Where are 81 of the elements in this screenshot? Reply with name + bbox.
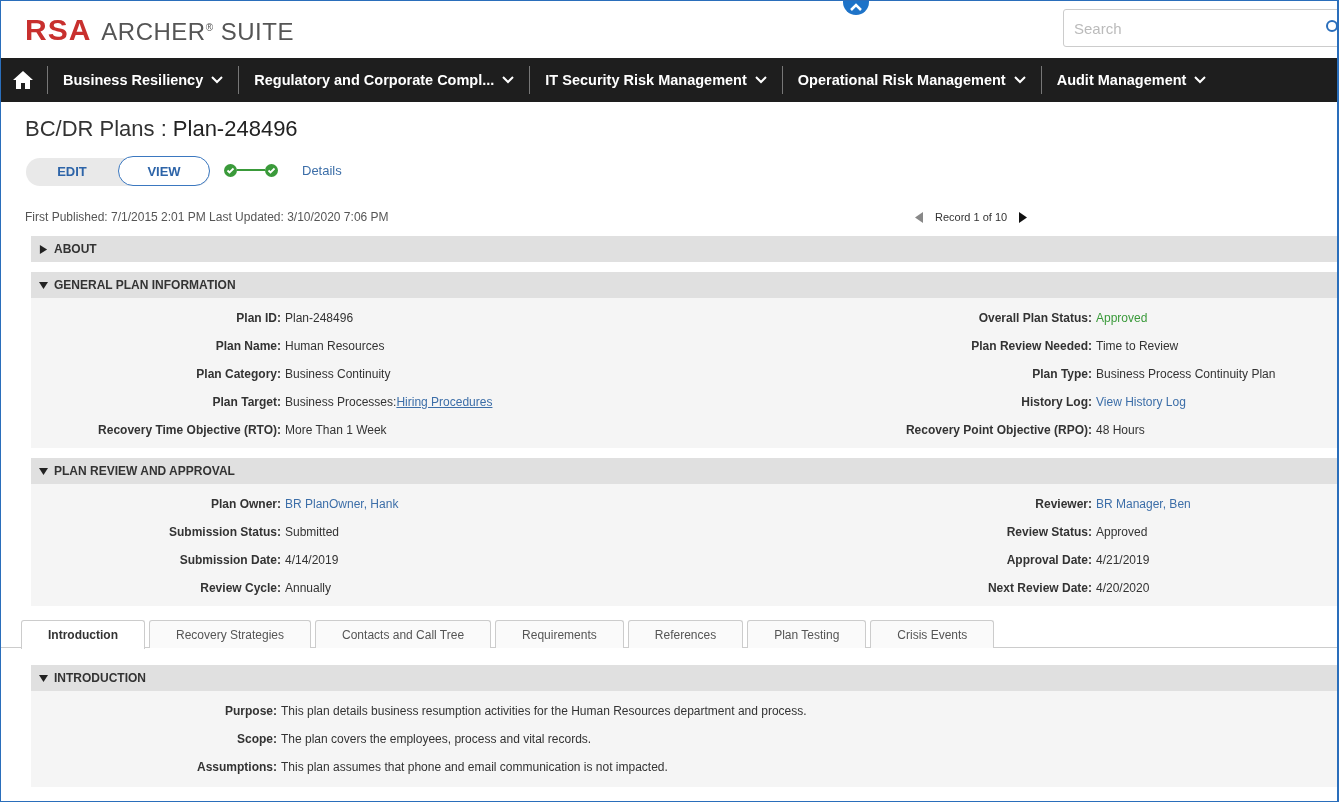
chevron-down-icon [502,76,515,84]
chevron-down-icon [1013,76,1026,84]
tab[interactable]: Contacts and Call Tree [315,620,492,648]
field-value: Annually [284,580,333,597]
field-label: Approval Date: [1005,552,1092,569]
record-dates: First Published: 7/1/2015 2:01 PM Last Updated: 3/10/2020 7:06 PM [25,210,390,224]
field-value: Plan-248496 [284,310,355,327]
field-value: 4/14/2019 [284,552,340,569]
tab[interactable]: References [627,620,744,648]
tab[interactable]: Recovery Strategies [149,620,312,648]
field-value: Submitted [284,524,341,541]
status-value: Approved [1095,310,1149,327]
caret-down-icon [39,466,48,476]
field-label: Next Review Date: [987,580,1092,597]
field-label: Plan Name: [214,338,281,355]
section-header[interactable]: GENERAL PLAN INFORMATION [31,272,1337,298]
field-value: Business Continuity [284,366,392,383]
nav-menu[interactable]: IT Security Risk Management [529,66,782,94]
caret-down-icon [39,673,48,683]
field-value: Business Processes: [285,395,397,409]
field-label: Plan Target: [211,394,281,411]
field-label: Plan Owner: [210,496,281,513]
field-label: Assumptions: [196,759,277,776]
field-label: Plan Review Needed: [970,338,1092,355]
chevron-down-icon [211,76,224,84]
record-counter: Record 1 of 10 [935,211,1008,223]
field-value: This plan assumes that phone and email communication is not impacted. [280,759,669,776]
logo-name: ARCHER$^{®}$ SUITE [101,17,294,46]
field-value: Time to Review [1095,338,1180,355]
mode-button[interactable]: VIEW [118,156,210,186]
field-label: Submission Date: [178,552,281,569]
field-label: Purpose: [224,703,277,720]
value-link[interactable]: BR PlanOwner, Hank [285,497,399,511]
tab[interactable]: Plan Testing [747,620,867,648]
field-label: Scope: [236,731,277,748]
tab[interactable]: Crisis Events [870,620,995,648]
module-name: BC/DR Plans : [25,116,167,142]
chevron-down-icon [1194,76,1207,84]
field-label: Recovery Point Objective (RPO): [905,422,1092,439]
field-value: Business Process Continuity Plan [1095,366,1277,383]
field-label: Review Status: [1005,524,1092,541]
field-label: History Log: [1020,394,1092,411]
field-label: Plan ID: [235,310,281,327]
field-value: 4/21/2019 [1095,552,1151,569]
nav-menu[interactable]: Regulatory and Corporate Compl... [238,66,530,94]
field-label: Reviewer: [1034,496,1092,513]
field-value: Approved [1095,524,1149,541]
field-value: The plan covers the employees, process and vital records. [280,731,593,748]
chevron-down-icon [754,76,767,84]
record-name: Plan-248496 [172,116,298,142]
field-label: Overall Plan Status: [977,310,1092,327]
tab[interactable]: Requirements [495,620,624,648]
field-value: 48 Hours [1095,422,1146,439]
value-link[interactable]: View History Log [1096,395,1186,409]
details-link[interactable]: Details [302,162,342,178]
next-icon[interactable] [1019,211,1028,223]
section-header[interactable]: ABOUT [31,236,1337,262]
caret-down-icon [39,280,48,290]
field-value: Human Resources [284,338,386,355]
search-icon[interactable] [1325,19,1337,35]
nav-menu[interactable]: Audit Management [1040,66,1222,94]
field-value: 4/20/2020 [1095,580,1151,597]
field-label: Review Cycle: [199,580,281,597]
tab[interactable]: Introduction [21,620,145,649]
mode-button[interactable]: EDIT [26,156,118,186]
section-header[interactable]: INTRODUCTION [31,665,1337,691]
value-link[interactable]: BR Manager, Ben [1096,497,1191,511]
field-label: Recovery Time Objective (RTO): [97,422,281,439]
caret-right-icon [39,244,48,254]
field-label: Plan Category: [195,366,281,383]
nav-menu[interactable]: Business Resiliency [47,66,239,94]
value-link[interactable]: Hiring Procedures [396,395,493,409]
nav-menu[interactable]: Operational Risk Management [781,66,1041,94]
home-icon[interactable] [13,71,33,89]
logo-mark: RSA [25,12,92,47]
field-value: More Than 1 Week [284,422,388,439]
field-label: Plan Type: [1031,366,1092,383]
search-field[interactable]: Search [1063,9,1337,47]
field-value: This plan details business resumption activities for the Human Resources department and process. [280,703,808,720]
field-label: Submission Status: [168,524,281,541]
section-header[interactable]: PLAN REVIEW AND APPROVAL [31,458,1337,484]
